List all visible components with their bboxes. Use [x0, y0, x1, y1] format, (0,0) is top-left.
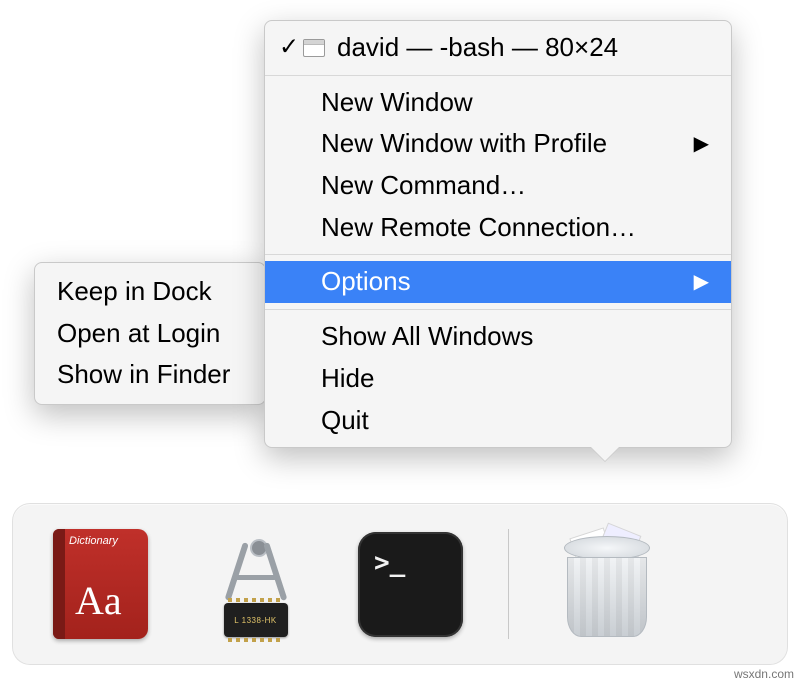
chip-icon: L 1338-HK: [224, 603, 288, 637]
submenu-arrow-icon: ▶: [694, 130, 709, 159]
menu-caret-icon: [591, 447, 619, 461]
dock-context-menu: ✓ david — -bash — 80×24 New Window New W…: [264, 20, 732, 448]
menu-item-new-remote-connection[interactable]: New Remote Connection…: [265, 207, 731, 249]
menu-item-label: New Window: [321, 84, 473, 122]
menu-item-options[interactable]: Options ▶: [265, 261, 731, 303]
menu-item-new-command[interactable]: New Command…: [265, 165, 731, 207]
menu-separator: [265, 309, 731, 310]
options-submenu: Keep in Dock Open at Login Show in Finde…: [34, 262, 266, 405]
menu-item-label: Hide: [321, 360, 374, 398]
system-information-icon: L 1338-HK: [201, 529, 311, 639]
menu-item-new-window[interactable]: New Window: [265, 82, 731, 124]
menu-item-hide[interactable]: Hide: [265, 358, 731, 400]
chip-icon-text: L 1338-HK: [224, 603, 288, 637]
window-icon: [303, 39, 325, 57]
menu-item-keep-in-dock[interactable]: Keep in Dock: [35, 271, 265, 313]
menu-item-new-window-profile[interactable]: New Window with Profile ▶: [265, 123, 731, 165]
dock-item-terminal[interactable]: >_: [353, 527, 468, 642]
menu-item-label: New Window with Profile: [321, 125, 607, 163]
watermark-text: wsxdn.com: [734, 667, 794, 681]
dictionary-icon-label: Dictionary: [69, 535, 118, 547]
terminal-icon-glyph: >_: [374, 548, 405, 578]
dock: Dictionary Aa L 1338-HK >_: [12, 503, 788, 665]
menu-item-show-all-windows[interactable]: Show All Windows: [265, 316, 731, 358]
menu-item-label: Show in Finder: [57, 356, 230, 394]
menu-item-label: Options: [321, 263, 411, 301]
checkmark-icon: ✓: [279, 30, 299, 65]
dock-item-system-information[interactable]: L 1338-HK: [198, 527, 313, 642]
menu-item-label: New Remote Connection…: [321, 209, 636, 247]
menu-item-label: New Command…: [321, 167, 526, 205]
menu-item-active-window[interactable]: ✓ david — -bash — 80×24: [265, 27, 731, 69]
menu-item-label: Show All Windows: [321, 318, 533, 356]
menu-item-open-at-login[interactable]: Open at Login: [35, 313, 265, 355]
dock-item-dictionary[interactable]: Dictionary Aa: [43, 527, 158, 642]
menu-item-label: Quit: [321, 402, 369, 440]
dictionary-icon: Dictionary Aa: [53, 529, 148, 639]
menu-item-label: david — -bash — 80×24: [337, 29, 618, 67]
menu-item-show-in-finder[interactable]: Show in Finder: [35, 354, 265, 396]
menu-separator: [265, 254, 731, 255]
menu-item-label: Open at Login: [57, 315, 220, 353]
dock-item-trash[interactable]: [549, 527, 664, 642]
menu-separator: [265, 75, 731, 76]
trash-icon: [562, 532, 652, 637]
menu-item-quit[interactable]: Quit: [265, 400, 731, 442]
terminal-icon: >_: [358, 532, 463, 637]
dock-separator: [508, 529, 509, 639]
menu-item-label: Keep in Dock: [57, 273, 212, 311]
submenu-arrow-icon: ▶: [694, 268, 709, 297]
dictionary-icon-glyph: Aa: [75, 581, 122, 621]
